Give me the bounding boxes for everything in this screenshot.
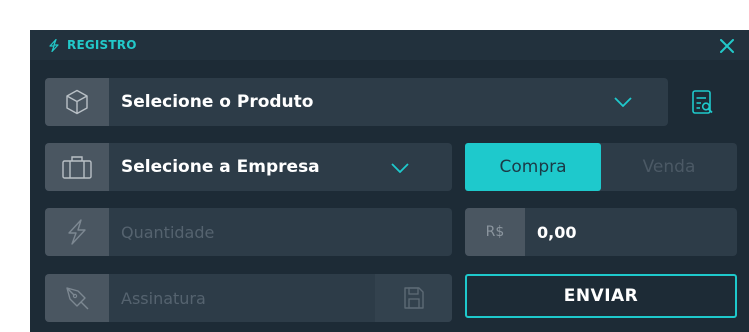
pen-icon xyxy=(66,287,89,310)
signature-placeholder: Assinatura xyxy=(121,288,206,308)
search-list-icon[interactable] xyxy=(692,90,714,115)
save-signature-button[interactable] xyxy=(375,274,452,322)
signature-field[interactable]: Assinatura xyxy=(45,274,452,322)
toggle-venda[interactable]: Venda xyxy=(601,143,737,191)
registro-panel: REGISTRO Selecione o Produto Selecione a… xyxy=(30,30,749,332)
quantity-placeholder: Quantidade xyxy=(121,222,215,242)
company-select-label: Selecione a Empresa xyxy=(121,157,320,177)
bolt-icon xyxy=(49,39,59,52)
close-icon[interactable] xyxy=(720,39,734,53)
quantity-icon-cell xyxy=(45,208,109,256)
toggle-compra[interactable]: Compra xyxy=(465,143,601,191)
chevron-down-icon xyxy=(614,97,632,107)
chevron-down-icon xyxy=(391,163,409,173)
product-select[interactable]: Selecione o Produto xyxy=(45,78,668,126)
save-icon xyxy=(403,287,424,309)
send-button[interactable]: ENVIAR xyxy=(465,274,737,318)
signature-icon-cell xyxy=(45,274,109,322)
panel-header: REGISTRO xyxy=(30,30,749,60)
company-icon-cell xyxy=(45,143,109,191)
product-select-label: Selecione o Produto xyxy=(121,92,314,112)
quantity-field[interactable]: Quantidade xyxy=(45,208,452,256)
company-select[interactable]: Selecione a Empresa xyxy=(45,143,452,191)
briefcase-icon xyxy=(62,156,92,179)
bolt-icon xyxy=(68,219,86,245)
price-field[interactable]: R$ 0,00 xyxy=(465,208,737,256)
panel-title: REGISTRO xyxy=(67,38,137,52)
cube-icon xyxy=(66,89,88,115)
side-toggle: Compra Venda xyxy=(465,143,737,191)
price-value: 0,00 xyxy=(537,222,577,242)
product-icon-cell xyxy=(45,78,109,126)
currency-label: R$ xyxy=(465,208,525,256)
